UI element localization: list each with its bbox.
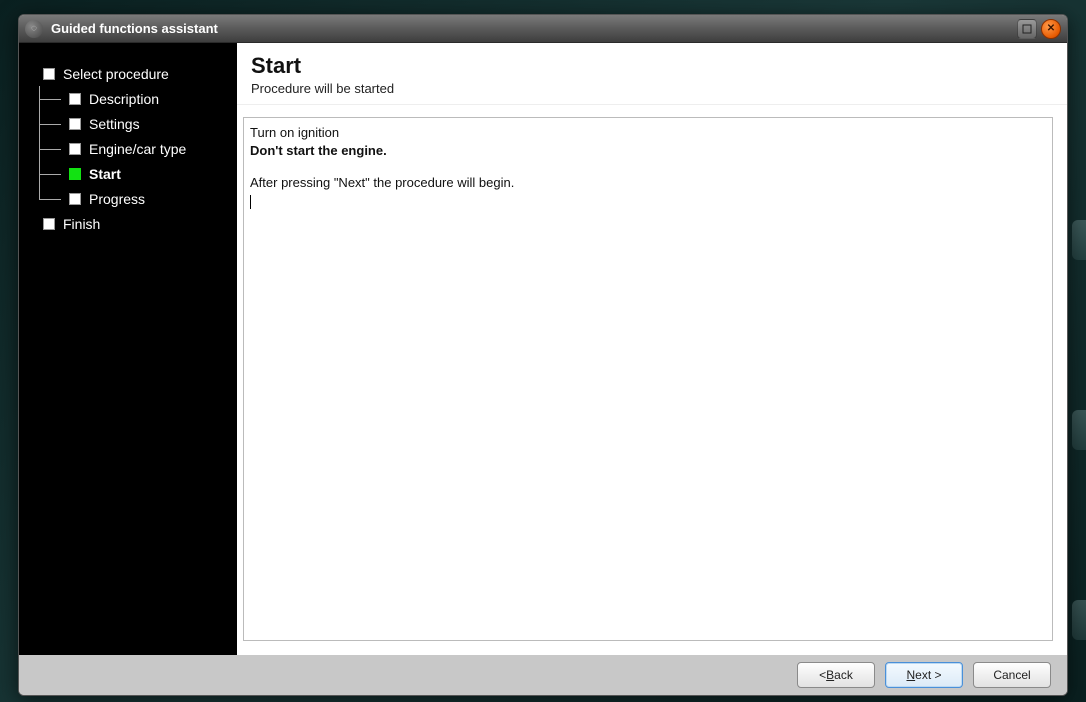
assistant-window: ◌ Guided functions assistant ✕ Select pr… xyxy=(18,14,1068,696)
next-button[interactable]: Next > xyxy=(885,662,963,688)
app-icon: ◌ xyxy=(25,20,43,38)
step-settings[interactable]: Settings xyxy=(33,111,227,136)
step-label: Select procedure xyxy=(63,66,169,82)
instruction-line: After pressing "Next" the procedure will… xyxy=(250,174,1046,192)
instruction-box[interactable]: Turn on ignition Don't start the engine.… xyxy=(243,117,1053,641)
window-title: Guided functions assistant xyxy=(51,21,1017,36)
text-cursor xyxy=(250,195,251,209)
step-tree: Select procedure Description Settings xyxy=(33,61,227,236)
step-select-procedure[interactable]: Select procedure xyxy=(33,61,227,86)
close-button[interactable]: ✕ xyxy=(1041,19,1061,39)
window-body: Select procedure Description Settings xyxy=(19,43,1067,695)
square-icon xyxy=(69,168,81,180)
titlebar[interactable]: ◌ Guided functions assistant ✕ xyxy=(19,15,1067,43)
right-edge-decor xyxy=(1072,220,1086,640)
instruction-line: Turn on ignition xyxy=(250,124,1046,142)
minimize-button[interactable] xyxy=(1017,19,1037,39)
wizard-sidebar: Select procedure Description Settings xyxy=(19,43,237,655)
step-label: Start xyxy=(89,166,121,182)
step-label: Description xyxy=(89,91,159,107)
page-subtitle: Procedure will be started xyxy=(251,81,1053,96)
step-engine-car-type[interactable]: Engine/car type xyxy=(33,136,227,161)
square-icon xyxy=(43,218,55,230)
step-label: Progress xyxy=(89,191,145,207)
square-icon xyxy=(43,68,55,80)
content-area: Select procedure Description Settings xyxy=(19,43,1067,655)
instruction-line: Don't start the engine. xyxy=(250,142,1046,160)
step-description[interactable]: Description xyxy=(33,86,227,111)
square-icon xyxy=(69,118,81,130)
square-icon xyxy=(69,93,81,105)
step-label: Settings xyxy=(89,116,140,132)
main-panel: Start Procedure will be started Turn on … xyxy=(237,43,1067,655)
step-progress[interactable]: Progress xyxy=(33,186,227,211)
window-controls: ✕ xyxy=(1017,19,1061,39)
step-finish[interactable]: Finish xyxy=(33,211,227,236)
wizard-footer: < Back Next > Cancel xyxy=(19,655,1067,695)
step-start[interactable]: Start xyxy=(33,161,227,186)
square-icon xyxy=(69,193,81,205)
step-label: Engine/car type xyxy=(89,141,186,157)
cancel-button[interactable]: Cancel xyxy=(973,662,1051,688)
main-header: Start Procedure will be started xyxy=(237,43,1067,105)
step-label: Finish xyxy=(63,216,100,232)
back-button[interactable]: < Back xyxy=(797,662,875,688)
page-title: Start xyxy=(251,53,1053,79)
square-icon xyxy=(69,143,81,155)
